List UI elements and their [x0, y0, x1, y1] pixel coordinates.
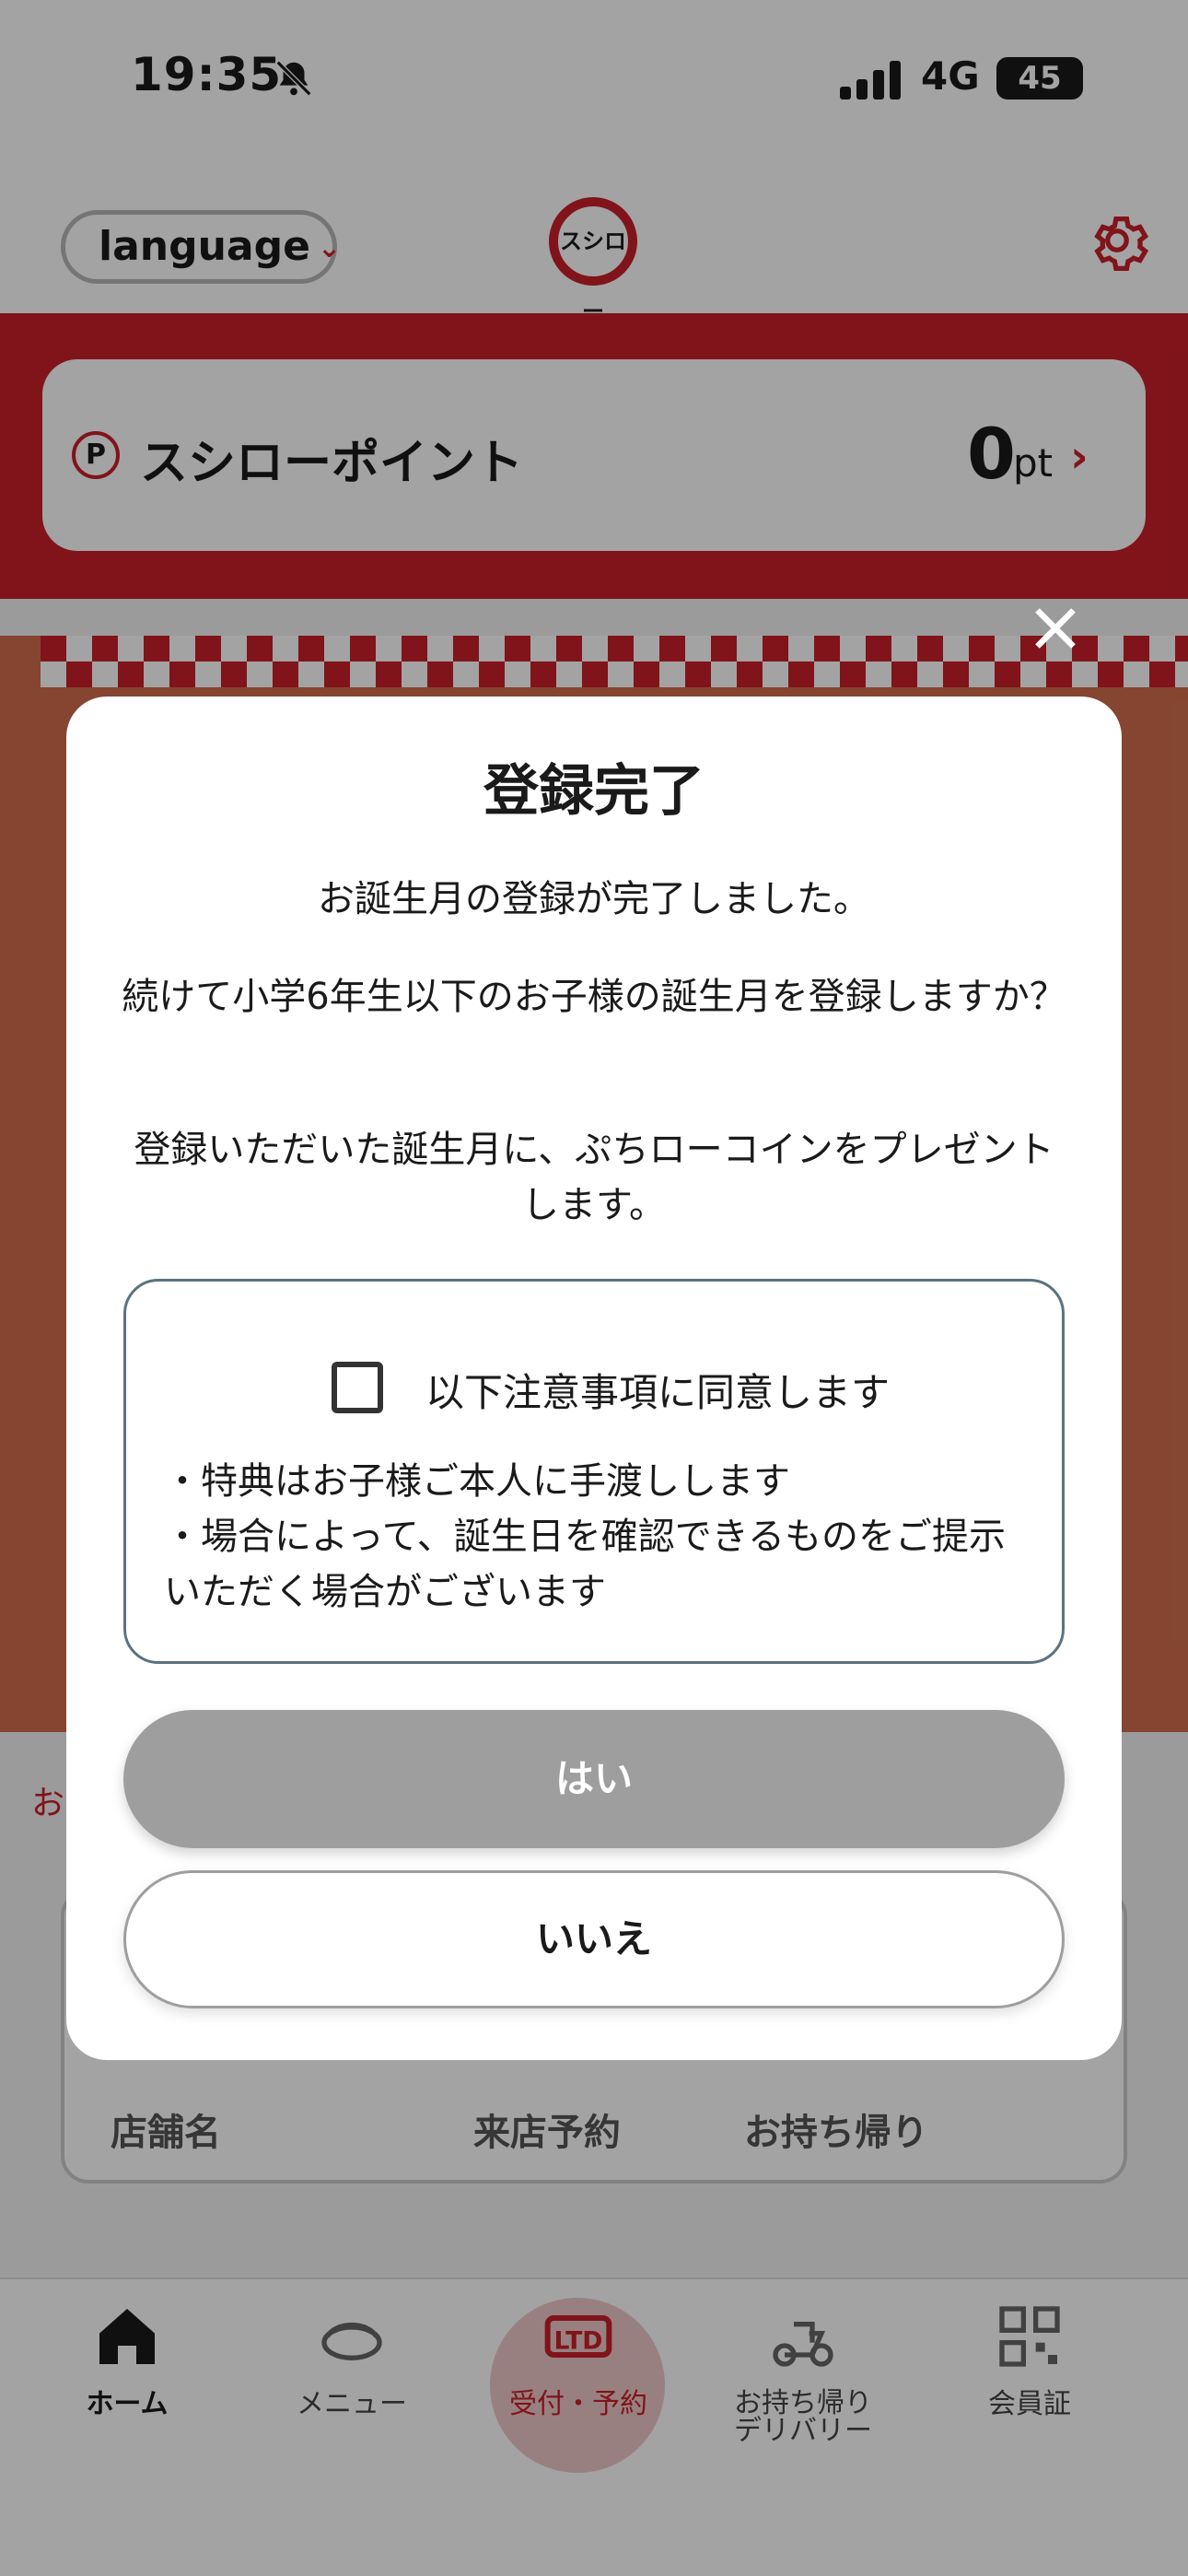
- dialog-message-question: 続けて小学6年生以下のお子様の誕生月を登録しますか？: [122, 976, 1066, 1018]
- consent-note-2: ・場合によって、誕生日を確認できるものをご提示いただく場合がございます: [164, 1516, 1006, 1613]
- consent-note-1: ・特典はお子様ご本人に手渡しします: [164, 1460, 790, 1503]
- dialog-message-present: 登録いただいた誕生月に、ぷちローコインをプレゼントします。: [134, 1129, 1054, 1226]
- yes-button[interactable]: はい: [123, 1710, 1065, 1848]
- no-button[interactable]: いいえ: [123, 1870, 1065, 2008]
- dialog-message-complete: お誕生月の登録が完了しました。: [318, 878, 870, 920]
- consent-label[interactable]: 以下注意事項に同意します: [425, 1362, 890, 1418]
- consent-notes: ・特典はお子様ご本人に手渡しします ・場合によって、誕生日を確認できるものをご提…: [164, 1454, 1011, 1620]
- close-icon[interactable]: [1031, 604, 1079, 652]
- dialog-title: 登録完了: [483, 759, 705, 824]
- consent-checkbox[interactable]: [332, 1362, 383, 1413]
